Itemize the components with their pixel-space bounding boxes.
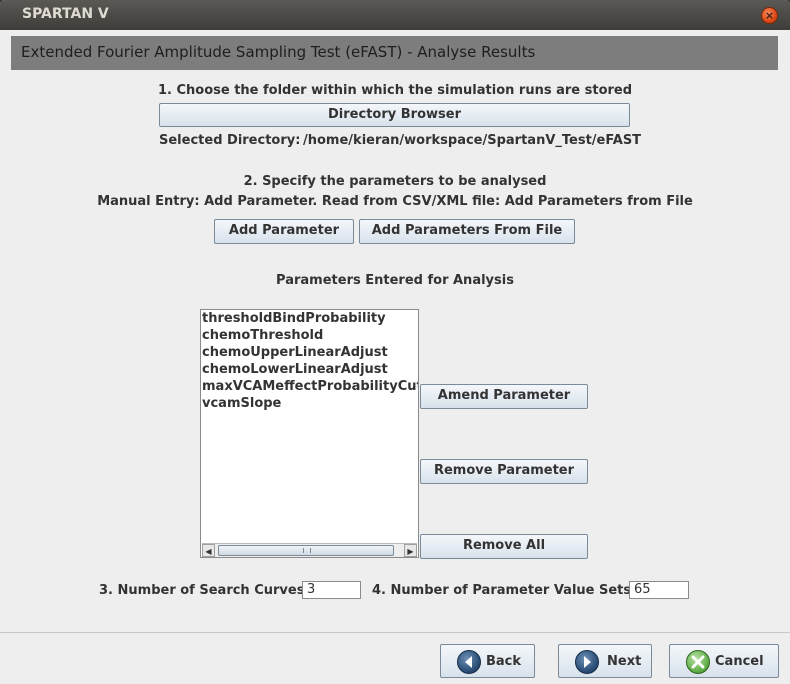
selected-directory-label: Selected Directory: [159,133,301,148]
page-title: Extended Fourier Amplitude Sampling Test… [21,43,536,61]
add-parameter-button[interactable]: Add Parameter [214,219,354,244]
horizontal-scrollbar[interactable]: ◀ ▶ [202,543,417,557]
cancel-label: Cancel [715,654,764,669]
close-icon[interactable]: × [761,7,778,24]
app-window: SPARTAN V × Extended Fourier Amplitude S… [0,0,790,684]
selected-directory-path: /home/kieran/workspace/SpartanV_Test/eFA… [303,133,642,148]
window-title: SPARTAN V [22,6,109,22]
scrollbar-thumb[interactable] [218,545,394,556]
list-item[interactable]: chemoUpperLinearAdjust [202,344,418,361]
remove-all-button[interactable]: Remove All [420,534,588,559]
step2-label: 2. Specify the parameters to be analysed [243,174,547,189]
next-button[interactable]: Next [558,644,652,678]
step2-hint: Manual Entry: Add Parameter. Read from C… [97,194,693,209]
page-header: Extended Fourier Amplitude Sampling Test… [11,36,778,70]
title-bar[interactable]: SPARTAN V × [0,0,790,30]
parameters-heading: Parameters Entered for Analysis [276,273,514,288]
amend-parameter-button[interactable]: Amend Parameter [420,384,588,409]
search-curves-label: 3. Number of Search Curves: [99,583,310,598]
back-label: Back [486,654,522,669]
cancel-button[interactable]: Cancel [669,644,779,678]
value-sets-label: 4. Number of Parameter Value Sets: [372,583,637,598]
x-icon [686,650,710,674]
next-label: Next [607,654,642,669]
parameter-list-items: thresholdBindProbability chemoThreshold … [202,310,418,540]
list-item[interactable]: chemoLowerLinearAdjust [202,361,418,378]
parameter-list[interactable]: thresholdBindProbability chemoThreshold … [200,309,419,558]
remove-parameter-button[interactable]: Remove Parameter [420,459,588,484]
back-button[interactable]: Back [440,644,535,678]
footer-divider [0,632,790,633]
step1-label: 1. Choose the folder within which the si… [157,83,633,98]
list-item[interactable]: chemoThreshold [202,327,418,344]
search-curves-input[interactable]: 3 [302,581,361,599]
dialog-content: Extended Fourier Amplitude Sampling Test… [0,30,790,684]
directory-browser-button[interactable]: Directory Browser [159,103,630,127]
scroll-right-icon[interactable]: ▶ [404,544,417,557]
arrow-right-icon [575,650,599,674]
list-item[interactable]: vcamSlope [202,395,418,412]
list-item[interactable]: maxVCAMeffectProbabilityCutoff [202,378,418,395]
value-sets-input[interactable]: 65 [629,581,689,599]
arrow-left-icon [457,650,481,674]
list-item[interactable]: thresholdBindProbability [202,310,418,327]
add-parameters-from-file-button[interactable]: Add Parameters From File [359,219,575,244]
scroll-left-icon[interactable]: ◀ [202,544,215,557]
grip-icon [303,548,311,553]
